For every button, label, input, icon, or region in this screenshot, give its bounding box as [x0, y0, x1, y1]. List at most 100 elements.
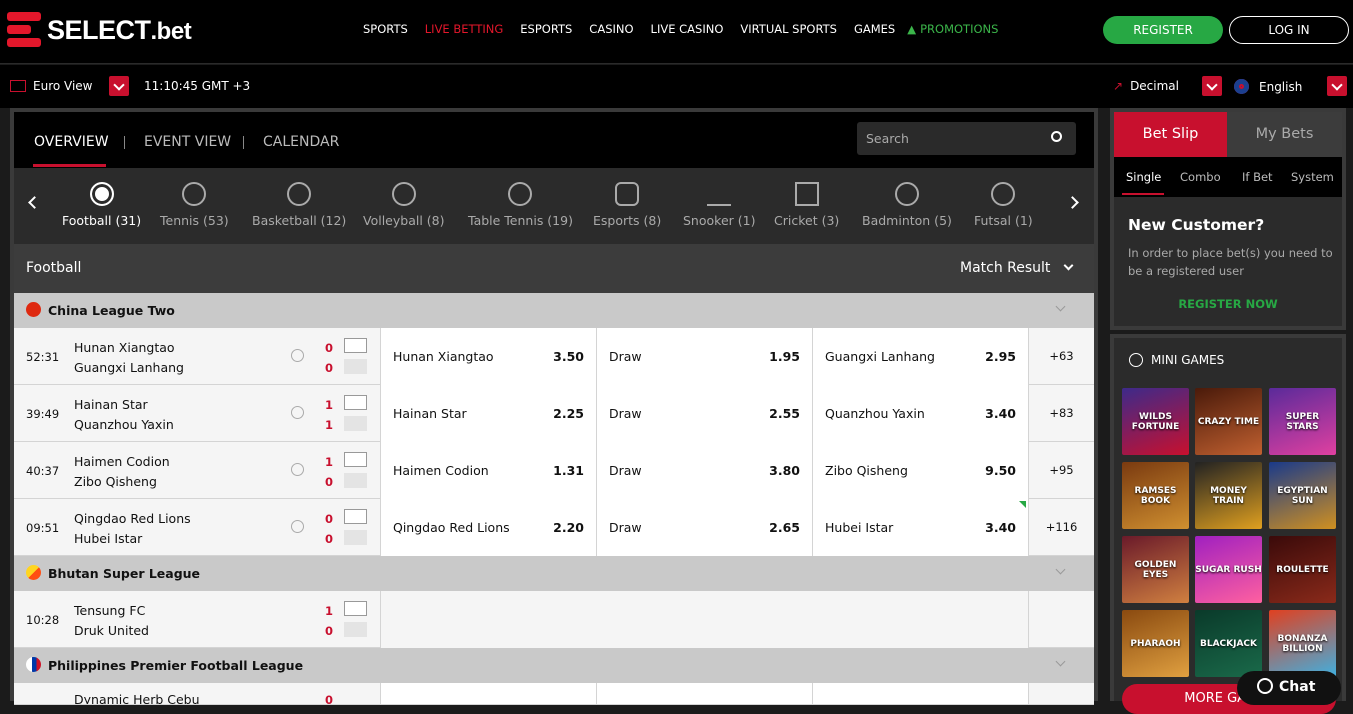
more-markets[interactable]: +83	[1028, 385, 1094, 442]
tab-calendar[interactable]: CALENDAR	[263, 134, 339, 150]
more-markets[interactable]: +116	[1028, 499, 1094, 556]
match-row[interactable]: 10:28 Tensung FC Druk United 1 0	[14, 591, 1094, 648]
nav-esports[interactable]: ESPORTS	[520, 22, 572, 36]
game-tile[interactable]: SUPER STARS	[1269, 388, 1336, 455]
tab-event-view[interactable]: EVENT VIEW	[144, 134, 231, 150]
nav-promotions[interactable]: PROMOTIONS	[920, 22, 998, 36]
odd-away[interactable]: Zibo Qisheng 9.50	[812, 442, 1028, 499]
sport-badminton[interactable]: Badminton (5)	[862, 182, 952, 228]
pitch-icon[interactable]	[344, 338, 367, 353]
odd-home[interactable]: Hainan Star 2.25	[380, 385, 596, 442]
chevron-down-icon[interactable]	[1055, 301, 1066, 312]
sport-esports[interactable]: Esports (8)	[593, 182, 661, 228]
carousel-next-icon[interactable]	[1066, 196, 1079, 209]
odd-draw[interactable]: Draw 1.95	[596, 328, 812, 385]
bet-type-combo[interactable]: Combo	[1180, 170, 1221, 184]
game-tile[interactable]: WILDS FORTUNE	[1122, 388, 1189, 455]
odd-home[interactable]	[380, 683, 596, 704]
nav-live-casino[interactable]: LIVE CASINO	[651, 22, 724, 36]
register-now-link[interactable]: REGISTER NOW	[1114, 297, 1342, 311]
brand-suffix: .bet	[150, 17, 192, 45]
euro-view-toggle[interactable]: Euro View	[10, 79, 93, 93]
register-button[interactable]: REGISTER	[1103, 16, 1223, 44]
more-markets[interactable]: +63	[1028, 328, 1094, 385]
chevron-down-icon[interactable]	[1055, 656, 1066, 667]
game-tile[interactable]: PHARAOH	[1122, 610, 1189, 677]
nav-virtual-sports[interactable]: VIRTUAL SPORTS	[740, 22, 837, 36]
language-select[interactable]: English	[1234, 79, 1302, 94]
bet-type-if-bet[interactable]: If Bet	[1242, 170, 1273, 184]
language-label: English	[1259, 79, 1303, 94]
nav-sports[interactable]: SPORTS	[363, 22, 408, 36]
game-tile[interactable]: ROULETTE	[1269, 536, 1336, 603]
nav-live-betting[interactable]: LIVE BETTING	[425, 22, 504, 36]
odd-home[interactable]: Hunan Xiangtao 3.50	[380, 328, 596, 385]
sport-cricket[interactable]: Cricket (3)	[774, 182, 839, 228]
league-header[interactable]: Philippines Premier Football League	[14, 648, 1094, 683]
odd-draw[interactable]: Draw 3.80	[596, 442, 812, 499]
tab-overview[interactable]: OVERVIEW	[34, 134, 109, 150]
odd-home[interactable]: Haimen Codion 1.31	[380, 442, 596, 499]
sport-football[interactable]: Football (31)	[62, 182, 141, 228]
odd-away[interactable]: Hubei Istar 3.40	[812, 499, 1028, 556]
pitch-icon[interactable]	[344, 395, 367, 410]
nav-games[interactable]: GAMES	[854, 22, 895, 36]
match-row[interactable]: Dynamic Herb Cebu 0	[14, 683, 1094, 705]
sport-tennis[interactable]: Tennis (53)	[160, 182, 229, 228]
odd-draw[interactable]	[596, 683, 812, 704]
match-row[interactable]: 40:37 Haimen Codion Zibo Qisheng 1 0 Hai…	[14, 442, 1094, 499]
league-header[interactable]: Bhutan Super League	[14, 556, 1094, 591]
bet-type-system[interactable]: System	[1291, 170, 1334, 184]
add-favorite-icon[interactable]	[291, 463, 304, 476]
view-dropdown-button[interactable]	[109, 76, 129, 96]
sport-table-tennis[interactable]: Table Tennis (19)	[468, 182, 573, 228]
sport-snooker[interactable]: Snooker (1)	[683, 182, 755, 228]
login-button[interactable]: LOG IN	[1229, 16, 1349, 44]
match-row[interactable]: 09:51 Qingdao Red Lions Hubei Istar 0 0 …	[14, 499, 1094, 556]
game-tile[interactable]: CRAZY TIME	[1195, 388, 1262, 455]
pitch-icon[interactable]	[344, 452, 367, 467]
game-tile[interactable]: BONANZA BILLION	[1269, 610, 1336, 677]
odd-value: 3.80	[769, 463, 800, 478]
tab-my-bets[interactable]: My Bets	[1227, 112, 1342, 157]
sport-volleyball[interactable]: Volleyball (8)	[363, 182, 444, 228]
odd-away[interactable]	[812, 683, 1028, 704]
market-select[interactable]: Match Result	[960, 260, 1050, 276]
add-favorite-icon[interactable]	[291, 349, 304, 362]
chat-button[interactable]: Chat	[1237, 671, 1341, 705]
chevron-down-icon[interactable]	[1055, 564, 1066, 575]
odd-home[interactable]: Qingdao Red Lions 2.20	[380, 499, 596, 556]
odd-label: Quanzhou Yaxin	[825, 406, 925, 421]
match-row[interactable]: 52:31 Hunan Xiangtao Guangxi Lanhang 0 0…	[14, 328, 1094, 385]
more-markets[interactable]: +95	[1028, 442, 1094, 499]
game-tile[interactable]: BLACKJACK	[1195, 610, 1262, 677]
game-tile[interactable]: MONEY TRAIN	[1195, 462, 1262, 529]
league-header[interactable]: China League Two	[14, 293, 1094, 328]
game-tile[interactable]: GOLDEN EYES	[1122, 536, 1189, 603]
bet-type-single[interactable]: Single	[1126, 170, 1161, 184]
odd-away[interactable]: Quanzhou Yaxin 3.40	[812, 385, 1028, 442]
game-tile[interactable]: EGYPTIAN SUN	[1269, 462, 1336, 529]
more-markets[interactable]	[1028, 683, 1094, 704]
language-dropdown-button[interactable]	[1327, 76, 1347, 96]
odd-draw[interactable]: Draw 2.55	[596, 385, 812, 442]
sport-basketball[interactable]: Basketball (12)	[252, 182, 346, 228]
tab-bet-slip[interactable]: Bet Slip	[1114, 112, 1227, 157]
logo[interactable]: SELECT.bet	[7, 12, 192, 48]
game-tile[interactable]: SUGAR RUSH	[1195, 536, 1262, 603]
pitch-icon[interactable]	[344, 509, 367, 524]
match-row[interactable]: 39:49 Hainan Star Quanzhou Yaxin 1 1 Hai…	[14, 385, 1094, 442]
add-favorite-icon[interactable]	[291, 406, 304, 419]
odd-away[interactable]: Guangxi Lanhang 2.95	[812, 328, 1028, 385]
chevron-down-icon[interactable]	[1063, 260, 1074, 271]
sport-futsal[interactable]: Futsal (1)	[974, 182, 1033, 228]
add-favorite-icon[interactable]	[291, 520, 304, 533]
carousel-prev-icon[interactable]	[28, 196, 41, 209]
game-tile[interactable]: RAMSES BOOK	[1122, 462, 1189, 529]
odds-dropdown-button[interactable]	[1202, 76, 1222, 96]
nav-casino[interactable]: CASINO	[589, 22, 633, 36]
pitch-icon[interactable]	[344, 601, 367, 616]
odds-format[interactable]: ↗ Decimal	[1113, 79, 1179, 93]
odd-draw[interactable]: Draw 2.65	[596, 499, 812, 556]
search-input[interactable]: Search	[857, 122, 1076, 155]
